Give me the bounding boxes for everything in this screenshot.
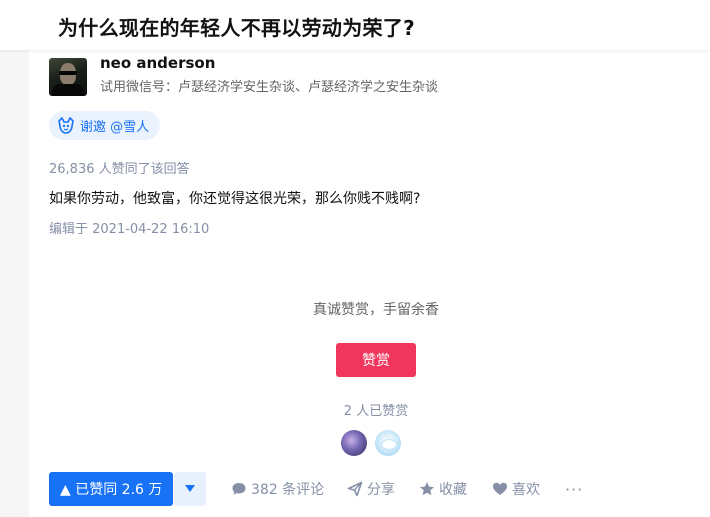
rewarder-avatars <box>341 430 401 456</box>
answer-card: neo anderson 试用微信号：卢瑟经济学安生杂谈、卢瑟经济学之安生杂谈 … <box>29 50 710 517</box>
like-label: 喜欢 <box>512 482 540 498</box>
action-bar: ▲ 已赞同 2.6 万 382 条评论 分享 收藏 喜欢 ··· <box>49 472 609 506</box>
invite-icon <box>58 116 74 134</box>
more-options-button[interactable]: ··· <box>565 472 583 506</box>
rewarder-avatar[interactable] <box>341 430 367 456</box>
author-avatar[interactable] <box>49 58 87 96</box>
avatar-coat <box>52 84 84 96</box>
heart-icon <box>493 482 507 495</box>
upvote-button[interactable]: ▲ 已赞同 2.6 万 <box>49 472 174 506</box>
triangle-down-icon <box>185 485 195 492</box>
upvote-label: ▲ 已赞同 2.6 万 <box>60 482 163 498</box>
question-header: 为什么现在的年轻人不再以劳动为荣了? <box>0 0 710 50</box>
invite-label: 谢邀 @雪人 <box>80 120 150 135</box>
avatar-glasses <box>59 71 77 75</box>
like-button[interactable]: 喜欢 <box>492 472 540 506</box>
invite-tag[interactable]: 谢邀 @雪人 <box>49 111 161 140</box>
comment-icon <box>232 483 246 495</box>
reward-button[interactable]: 赞赏 <box>336 343 416 377</box>
question-title[interactable]: 为什么现在的年轻人不再以劳动为荣了? <box>58 12 415 41</box>
favorite-label: 收藏 <box>439 482 467 498</box>
vote-count-text: 26,836 人赞同了该回答 <box>49 162 190 177</box>
reward-prompt: 真诚赞赏，手留余香 <box>313 302 439 318</box>
answer-content: 如果你劳动，他致富，你还觉得这很光荣，那么你贱不贱啊? <box>49 191 421 207</box>
comment-label: 382 条评论 <box>251 482 325 498</box>
favorite-button[interactable]: 收藏 <box>419 472 467 506</box>
reward-count[interactable]: 2 人已赞赏 <box>29 400 710 419</box>
edit-timestamp[interactable]: 编辑于 2021-04-22 16:10 <box>49 218 209 237</box>
share-icon <box>347 481 363 497</box>
star-icon <box>420 482 434 496</box>
share-label: 分享 <box>367 482 395 498</box>
author-name[interactable]: neo anderson <box>100 54 215 72</box>
comment-button[interactable]: 382 条评论 <box>231 472 324 506</box>
share-button[interactable]: 分享 <box>347 472 395 506</box>
more-label: ··· <box>565 479 584 499</box>
avatar-cloud-shape <box>381 439 397 450</box>
rewarder-avatar[interactable] <box>375 430 401 456</box>
downvote-button[interactable] <box>174 472 206 506</box>
author-headline: 试用微信号：卢瑟经济学安生杂谈、卢瑟经济学之安生杂谈 <box>100 80 439 95</box>
